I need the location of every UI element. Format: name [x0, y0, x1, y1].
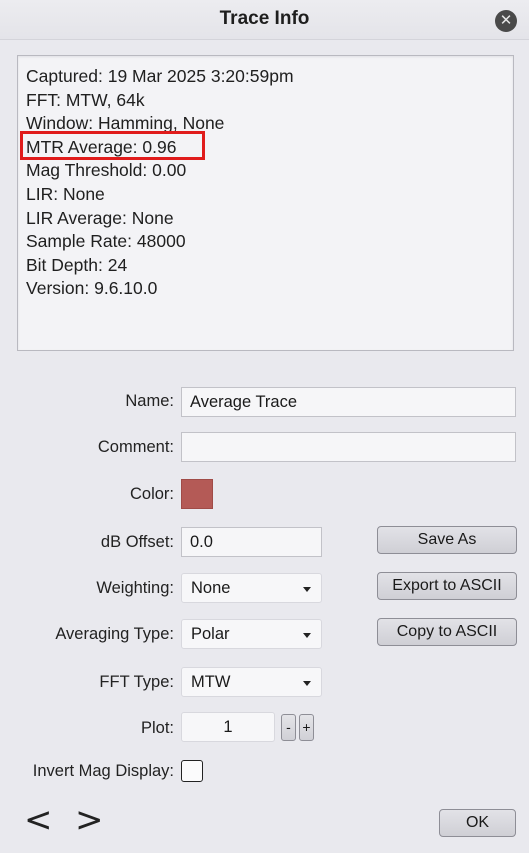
- next-trace-button[interactable]: >: [75, 800, 104, 840]
- db-offset-field[interactable]: 0.0: [181, 527, 322, 557]
- ok-button[interactable]: OK: [439, 809, 516, 837]
- comment-label: Comment:: [97, 438, 174, 456]
- info-line-lir: LIR: None: [26, 183, 105, 204]
- plot-decrement-button[interactable]: -: [281, 714, 296, 741]
- name-label: Name:: [125, 392, 174, 410]
- averaging-type-label: Averaging Type:: [55, 625, 174, 643]
- info-line-sample-rate: Sample Rate: 48000: [26, 231, 186, 252]
- db-offset-label: dB Offset:: [100, 533, 174, 551]
- averaging-type-dropdown[interactable]: Polar: [181, 619, 322, 649]
- title-bar: Trace Info ✕: [0, 0, 529, 40]
- previous-trace-button[interactable]: <: [24, 800, 53, 840]
- weighting-label: Weighting:: [96, 579, 174, 597]
- invert-mag-label: Invert Mag Display:: [32, 762, 174, 780]
- fft-type-value: MTW: [191, 673, 231, 691]
- window-title: Trace Info: [219, 8, 310, 29]
- info-line-captured: Captured: 19 Mar 2025 3:20:59pm: [26, 66, 294, 86]
- info-line-bit-depth: Bit Depth: 24: [26, 254, 128, 275]
- info-line-mag-threshold: Mag Threshold: 0.00: [26, 160, 187, 181]
- fft-type-dropdown[interactable]: MTW: [181, 667, 322, 697]
- color-swatch[interactable]: [181, 479, 213, 509]
- save-as-button[interactable]: Save As: [377, 526, 517, 554]
- chevron-left-icon: <: [24, 800, 53, 840]
- weighting-dropdown[interactable]: None: [181, 573, 322, 603]
- fft-type-label: FFT Type:: [99, 673, 174, 691]
- chevron-down-icon: [303, 587, 311, 592]
- plot-increment-button[interactable]: +: [299, 714, 314, 741]
- plot-number-field[interactable]: 1: [181, 712, 275, 742]
- weighting-value: None: [191, 579, 231, 597]
- chevron-down-icon: [303, 681, 311, 686]
- close-icon[interactable]: ✕: [495, 10, 517, 32]
- averaging-type-value: Polar: [191, 625, 230, 643]
- comment-field[interactable]: [181, 432, 516, 462]
- chevron-down-icon: [303, 633, 311, 638]
- mtr-average-highlight-box: [20, 131, 205, 160]
- invert-mag-checkbox[interactable]: [181, 760, 203, 782]
- plot-label: Plot:: [140, 719, 174, 737]
- info-line-version: Version: 9.6.10.0: [26, 278, 158, 299]
- color-label: Color:: [129, 485, 174, 503]
- info-line-fft: FFT: MTW, 64k: [26, 89, 145, 110]
- info-line-lir-average: LIR Average: None: [26, 207, 174, 228]
- trace-info-panel: Captured: 19 Mar 2025 3:20:59pm FFT: MTW…: [17, 55, 514, 351]
- minus-icon: -: [286, 719, 291, 735]
- chevron-right-icon: >: [75, 800, 104, 840]
- plus-icon: +: [302, 719, 311, 735]
- copy-to-ascii-button[interactable]: Copy to ASCII: [377, 618, 517, 646]
- name-field[interactable]: Average Trace: [181, 387, 516, 417]
- export-to-ascii-button[interactable]: Export to ASCII: [377, 572, 517, 600]
